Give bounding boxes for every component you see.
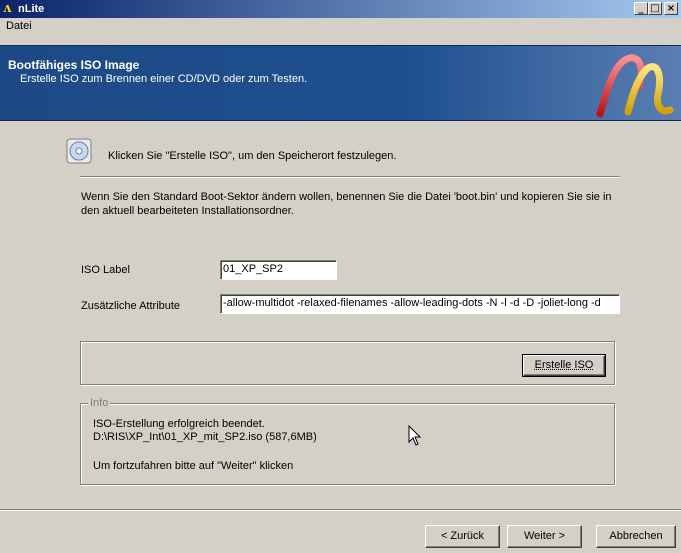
create-iso-button-label: Erstelle ISO <box>534 359 594 371</box>
back-button[interactable]: < Zurück <box>425 525 500 548</box>
info-status-line: ISO-Erstellung erfolgreich beendet. <box>93 418 265 430</box>
attributes-label: Zusätzliche Attribute <box>81 300 181 312</box>
nlite-logo-icon <box>596 54 674 118</box>
title-bar[interactable]: ʌ nLite _ □ × <box>0 0 681 18</box>
iso-label-input[interactable]: 01_XP_SP2 <box>220 260 337 280</box>
iso-label-label: ISO Label <box>81 264 130 276</box>
nlite-app-icon: ʌ <box>3 1 12 16</box>
minimize-button[interactable]: _ <box>634 2 648 15</box>
page-title: Bootfähiges ISO Image <box>8 58 140 72</box>
maximize-button[interactable]: □ <box>648 2 662 15</box>
page-subtitle: Erstelle ISO zum Brennen einer CD/DVD od… <box>20 73 308 85</box>
cd-disc-icon <box>66 138 92 164</box>
attributes-input[interactable]: -allow-multidot -relaxed-filenames -allo… <box>220 294 620 314</box>
mouse-pointer-icon <box>408 425 422 446</box>
page-header-banner: Bootfähiges ISO Image Erstelle ISO zum B… <box>0 45 681 121</box>
info-continue-line: Um fortzufahren bitte auf "Weiter" klick… <box>93 460 294 472</box>
window-title: nLite <box>18 3 45 15</box>
cancel-button[interactable]: Abbrechen <box>596 525 676 548</box>
next-button[interactable]: Weiter > <box>507 525 582 548</box>
info-legend: Info <box>88 397 111 409</box>
divider <box>80 176 620 178</box>
footer-divider <box>0 509 681 511</box>
create-iso-button[interactable]: Erstelle ISO <box>522 354 606 377</box>
info-path-line: D:\RIS\XP_Int\01_XP_mit_SP2.iso (587,6MB… <box>93 431 317 443</box>
hint-text: Klicken Sie "Erstelle ISO", um den Speic… <box>108 150 397 162</box>
menu-bar: Datei <box>0 18 681 34</box>
menu-item-datei[interactable]: Datei <box>2 19 36 33</box>
description-text: Wenn Sie den Standard Boot-Sektor ändern… <box>81 191 612 217</box>
close-button[interactable]: × <box>664 2 678 15</box>
